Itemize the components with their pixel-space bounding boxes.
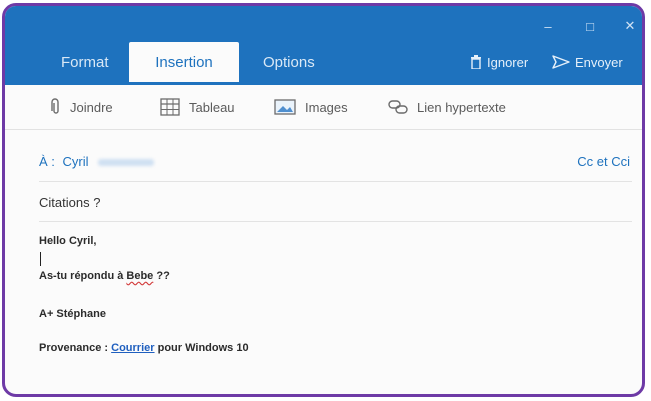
signature-line: A+ Stéphane [39, 308, 106, 320]
hyperlink-label: Lien hypertexte [417, 99, 506, 115]
send-label: Envoyer [575, 54, 623, 70]
courrier-link[interactable]: Courrier [111, 342, 154, 354]
trash-icon [471, 55, 481, 69]
cc-bcc-toggle[interactable]: Cc et Cci [577, 154, 630, 169]
subject-field[interactable]: Citations ? [39, 195, 632, 210]
misspelled-name[interactable]: Bebe [126, 270, 153, 282]
link-icon [388, 100, 408, 114]
to-divider [39, 181, 632, 182]
discard-label: Ignorer [487, 54, 529, 70]
tab-options[interactable]: Options [257, 42, 321, 82]
question-after: ?? [153, 270, 170, 282]
attach-button[interactable]: Joindre [51, 85, 113, 129]
ribbon-insertion: Joindre Tableau Images Lien hypertexte [5, 85, 642, 130]
table-button[interactable]: Tableau [160, 85, 235, 129]
mail-compose-window: – □ ✕ Format Insertion Options Ignorer E… [2, 3, 645, 397]
recipient-name[interactable]: Cyril [63, 154, 89, 169]
footer-line: Provenance : Courrier pour Windows 10 [39, 342, 249, 354]
tab-insertion[interactable]: Insertion [129, 42, 239, 82]
table-icon [160, 98, 180, 116]
send-button[interactable]: Envoyer [552, 42, 623, 82]
minimize-button[interactable]: – [530, 10, 566, 42]
send-icon [552, 55, 570, 69]
image-icon [274, 99, 296, 115]
to-field[interactable]: À : Cyril Cc et Cci [39, 154, 632, 174]
table-label: Tableau [189, 99, 235, 115]
discard-button[interactable]: Ignorer [470, 42, 528, 82]
footer-suffix: pour Windows 10 [154, 342, 249, 354]
paperclip-icon [51, 98, 59, 114]
text-cursor [40, 252, 41, 266]
question-before: As-tu répondu à [39, 270, 127, 282]
close-button[interactable]: ✕ [612, 10, 642, 42]
images-button[interactable]: Images [274, 85, 348, 129]
attach-label: Joindre [70, 99, 113, 115]
tab-insertion-label: Insertion [155, 53, 213, 71]
hyperlink-button[interactable]: Lien hypertexte [388, 85, 506, 129]
question-line: As-tu répondu à Bebe ?? [39, 270, 170, 282]
title-bar: – □ ✕ Format Insertion Options Ignorer E… [5, 6, 642, 85]
subject-text[interactable]: Citations ? [39, 195, 100, 210]
greeting-line: Hello Cyril, [39, 235, 97, 247]
tab-options-label: Options [263, 53, 315, 71]
recipient-surname-blurred [98, 159, 155, 167]
maximize-button[interactable]: □ [572, 10, 608, 42]
tab-format-label: Format [61, 53, 109, 71]
message-body[interactable]: Hello Cyril, As-tu répondu à Bebe ?? A+ … [5, 222, 642, 394]
images-label: Images [305, 99, 348, 115]
tab-format[interactable]: Format [55, 42, 115, 82]
footer-prefix: Provenance : [39, 342, 112, 354]
to-label: À : [39, 154, 55, 169]
